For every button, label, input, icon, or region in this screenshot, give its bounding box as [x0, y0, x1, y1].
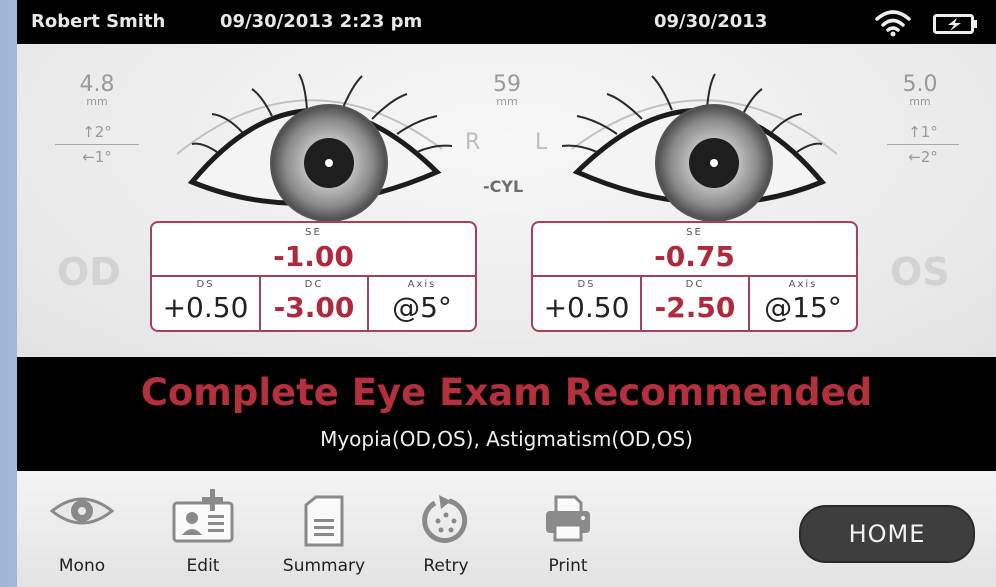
retry-button[interactable]: Retry	[387, 471, 505, 587]
print-label: Print	[548, 556, 588, 576]
od-gaze: ↑2° ←1°	[55, 123, 139, 166]
os-dc-cell: DC -2.50	[642, 277, 750, 330]
od-dc-label: DC	[304, 279, 324, 290]
os-pupil-size: 5.0	[902, 72, 938, 97]
eyes-area: 4.8 mm ↑2° ←1° 59 mm 5.0 mm ↑1° ←2° R L …	[17, 44, 996, 357]
mono-label: Mono	[58, 556, 106, 576]
retry-label: Retry	[423, 556, 469, 576]
os-dc-label: DC	[685, 279, 705, 290]
pupil-distance: 59 mm	[467, 74, 547, 108]
edit-button[interactable]: Edit	[144, 471, 262, 587]
os-dc-value: -2.50	[654, 291, 736, 324]
print-icon	[546, 495, 590, 542]
os-results: SE -0.75 DS +0.50 DC -2.50 Axis @15°	[531, 221, 858, 332]
os-gaze: ↑1° ←2°	[887, 123, 959, 166]
retry-icon	[422, 495, 468, 543]
status-bar: Robert Smith 09/30/2013 2:23 pm 09/30/20…	[17, 0, 996, 44]
summary-button[interactable]: Summary	[265, 471, 383, 587]
os-se-label: SE	[686, 227, 703, 238]
mono-button[interactable]: Mono	[23, 471, 141, 587]
od-axis-label: Axis	[407, 279, 437, 290]
summary-icon	[304, 495, 344, 547]
os-axis-label: Axis	[788, 279, 818, 290]
od-horizontal-deviation: ←1°	[82, 148, 112, 166]
os-axis-value: @15°	[764, 291, 842, 324]
od-pupil-measure: 4.8 mm	[57, 74, 137, 108]
os-label: OS	[890, 250, 950, 294]
os-vertical-deviation: ↑1°	[908, 123, 938, 141]
od-vertical-deviation: ↑2°	[82, 123, 112, 141]
cylinder-notation: -CYL	[483, 177, 524, 196]
od-axis-value: @5°	[392, 291, 452, 324]
user-name: Robert Smith	[31, 11, 166, 32]
divider	[887, 144, 959, 145]
current-date: 09/30/2013	[654, 11, 768, 32]
os-se-value: -0.75	[654, 240, 735, 273]
od-ds-label: DS	[196, 279, 215, 290]
right-eye-label: R	[465, 130, 481, 155]
pd-value: 59	[493, 72, 521, 97]
od-pupil-unit: mm	[86, 95, 108, 108]
os-axis-cell: Axis @15°	[750, 277, 856, 330]
pd-unit: mm	[496, 95, 518, 108]
os-ds-value: +0.50	[543, 291, 630, 324]
od-ds-cell: DS +0.50	[152, 277, 261, 330]
recommendation-title: Complete Eye Exam Recommended	[140, 371, 873, 414]
od-results: SE -1.00 DS +0.50 DC -3.00 Axis @5°	[150, 221, 477, 332]
od-pupil-size: 4.8	[79, 72, 115, 97]
od-se-value: -1.00	[273, 240, 354, 273]
os-ds-label: DS	[577, 279, 596, 290]
wifi-icon	[875, 10, 911, 37]
recommendation-banner: Complete Eye Exam Recommended Myopia(OD,…	[17, 357, 996, 471]
os-pupil-unit: mm	[909, 95, 931, 108]
exam-datetime: 09/30/2013 2:23 pm	[220, 11, 423, 32]
battery-icon	[933, 14, 977, 34]
edit-icon	[172, 489, 234, 543]
eye-icon	[49, 497, 115, 525]
od-label: OD	[57, 250, 121, 294]
device-screen: Robert Smith 09/30/2013 2:23 pm 09/30/20…	[17, 0, 996, 587]
od-se-section: SE -1.00	[152, 223, 475, 277]
home-button[interactable]: HOME	[799, 505, 975, 563]
divider	[55, 144, 139, 145]
od-dc-cell: DC -3.00	[261, 277, 369, 330]
os-se-section: SE -0.75	[533, 223, 856, 277]
left-eye-label: L	[535, 130, 548, 155]
right-eye-illustration	[176, 73, 453, 222]
od-ds-value: +0.50	[162, 291, 249, 324]
od-axis-cell: Axis @5°	[369, 277, 475, 330]
od-dc-value: -3.00	[273, 291, 355, 324]
od-se-label: SE	[305, 227, 322, 238]
os-pupil-measure: 5.0 mm	[880, 74, 960, 108]
os-ds-cell: DS +0.50	[533, 277, 642, 330]
summary-label: Summary	[282, 556, 366, 576]
print-button[interactable]: Print	[509, 471, 627, 587]
diagnosis-summary: Myopia(OD,OS), Astigmatism(OD,OS)	[320, 427, 693, 451]
left-eye-illustration	[561, 73, 838, 222]
edit-label: Edit	[186, 556, 220, 576]
os-horizontal-deviation: ←2°	[908, 148, 938, 166]
